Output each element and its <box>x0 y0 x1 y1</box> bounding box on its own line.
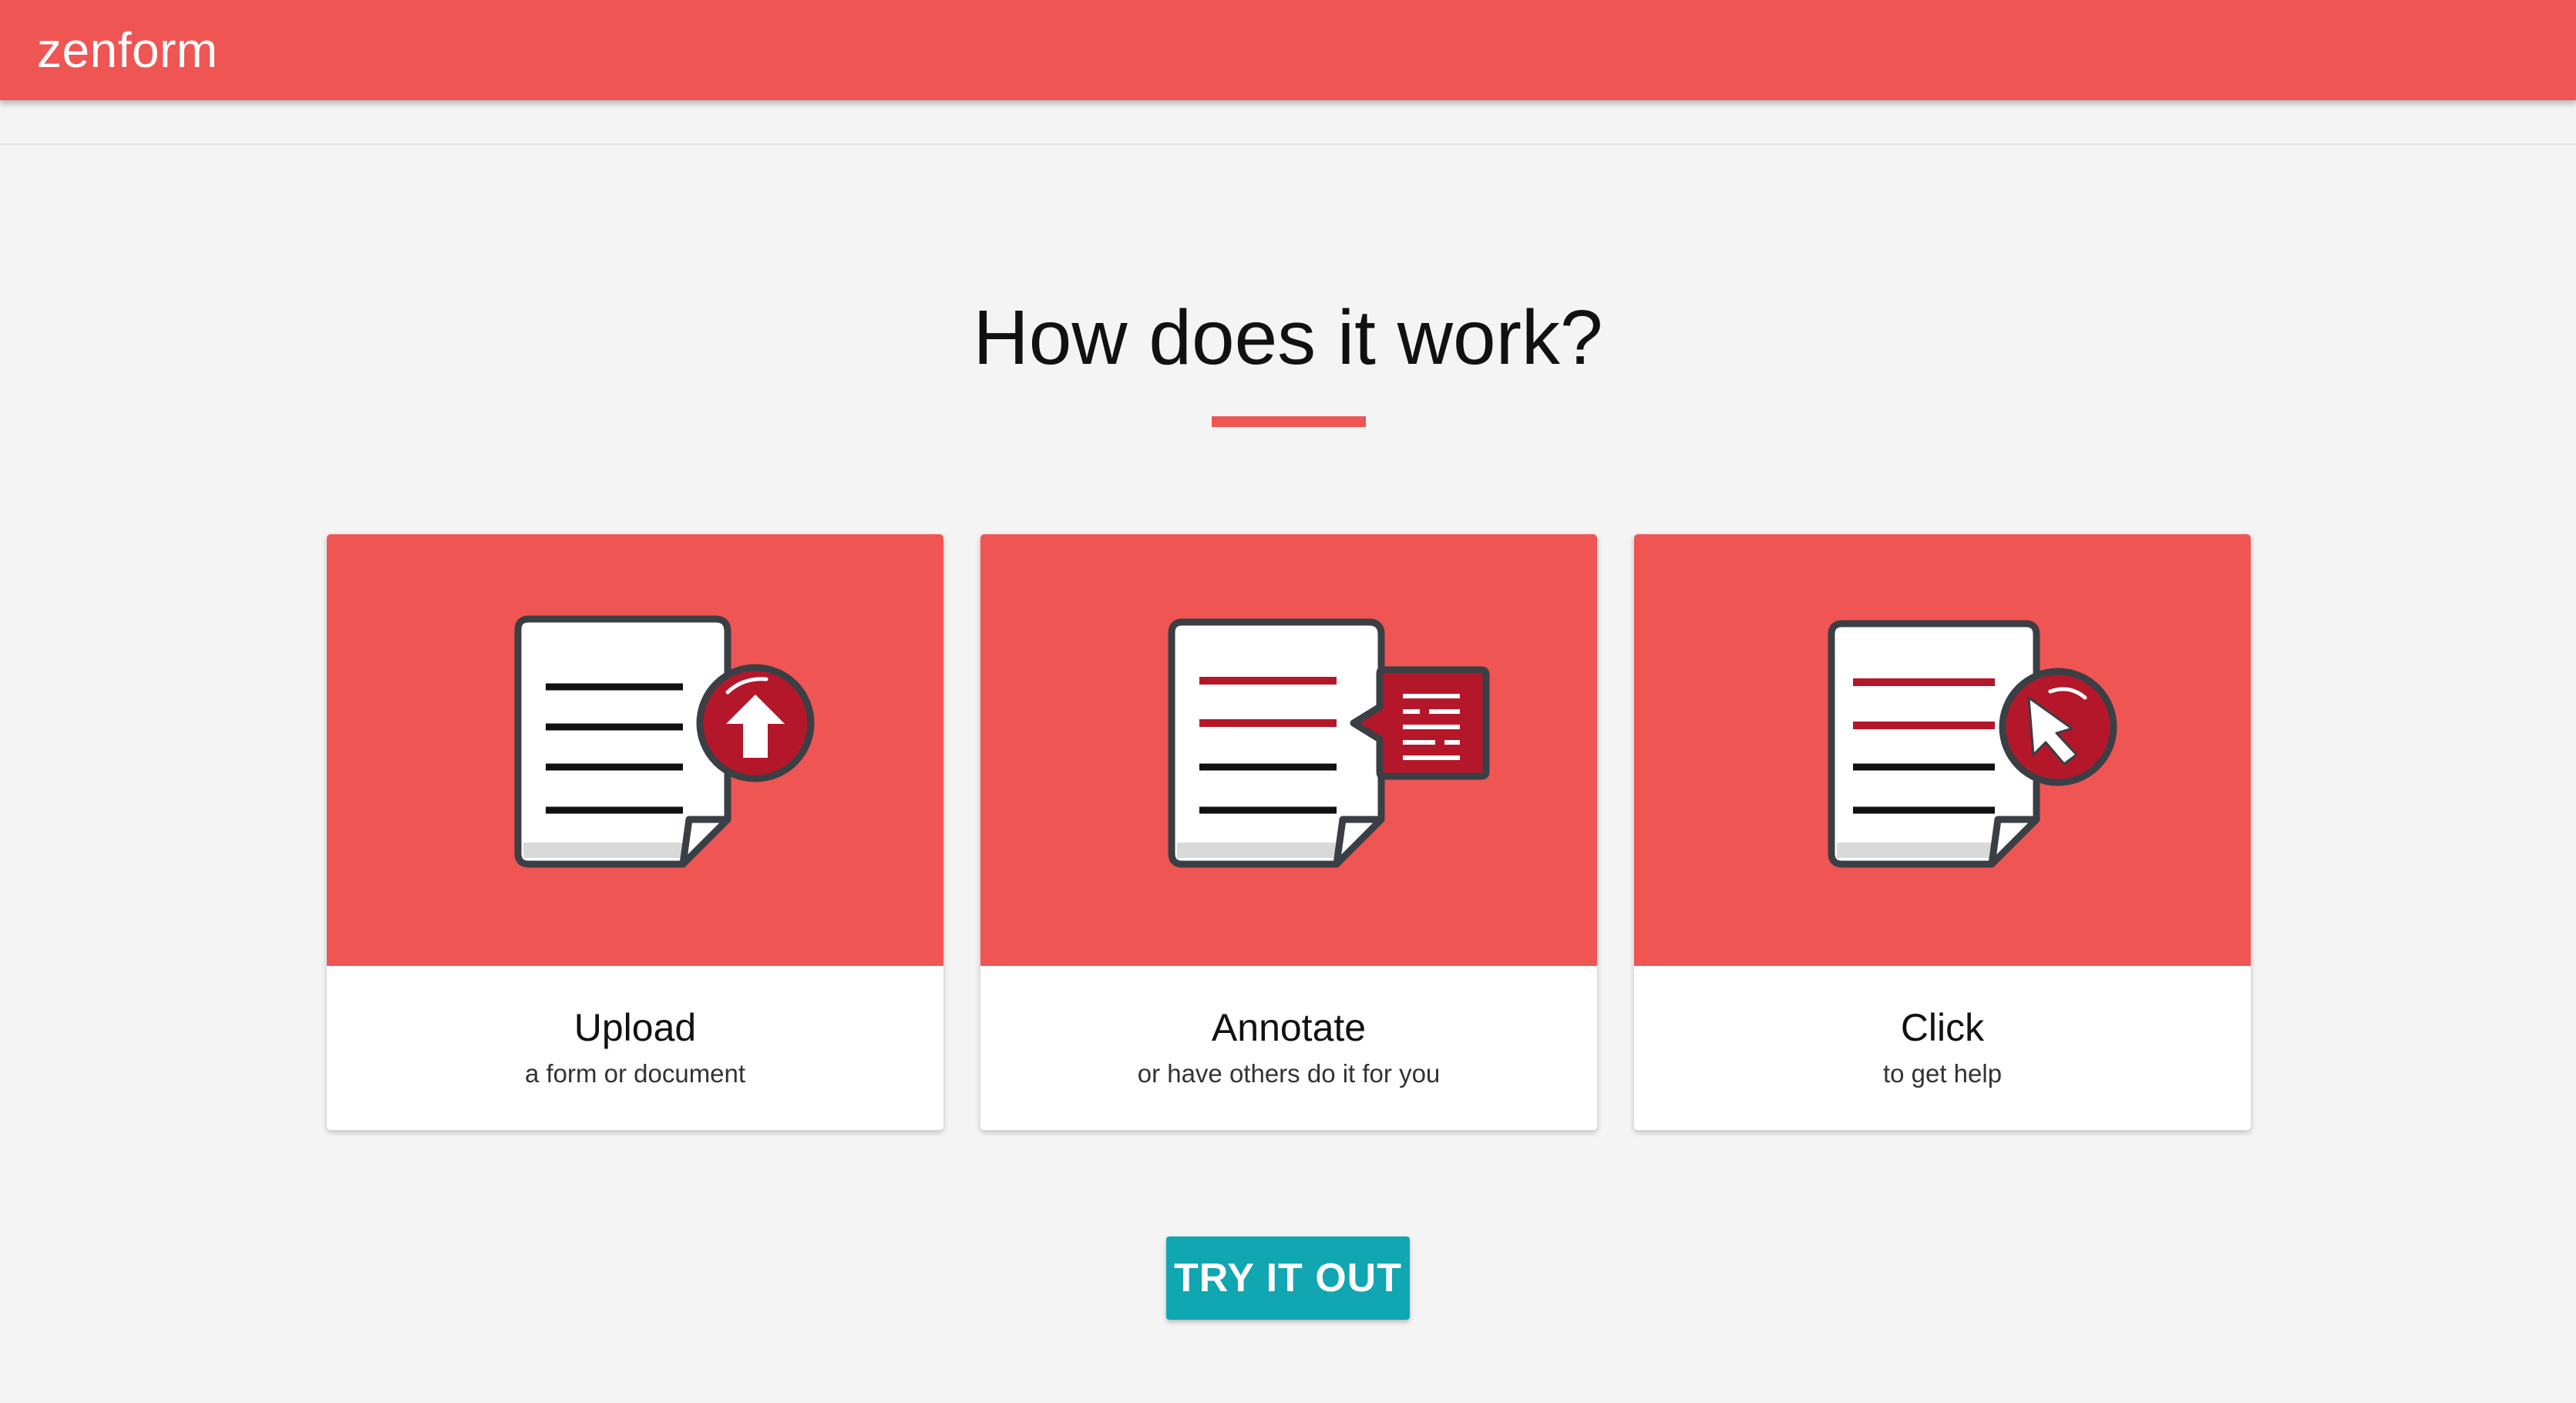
step-card-upload: Upload a form or document <box>327 534 943 1130</box>
document-upload-icon <box>514 615 815 868</box>
title-underline <box>1212 416 1366 427</box>
header-spacer <box>0 100 2576 145</box>
step-title: Click <box>1900 1006 1985 1049</box>
card-illustration-area <box>1634 534 2251 966</box>
step-subtitle: a form or document <box>524 1059 746 1088</box>
card-illustration-area <box>327 534 943 966</box>
step-subtitle: or have others do it for you <box>1137 1059 1441 1088</box>
brand-logo[interactable]: zenform <box>37 23 218 77</box>
step-title: Upload <box>573 1006 697 1049</box>
step-card-click: Click to get help <box>1634 534 2251 1130</box>
top-app-bar: zenform <box>0 0 2576 100</box>
step-card-annotate: Annotate or have others do it for you <box>980 534 1597 1130</box>
step-title: Annotate <box>1211 1006 1367 1049</box>
try-it-out-button[interactable]: TRY IT OUT <box>1166 1236 1410 1320</box>
step-subtitle: to get help <box>1882 1059 2003 1088</box>
document-click-icon <box>1828 620 2117 868</box>
card-illustration-area <box>980 534 1597 966</box>
document-annotate-icon <box>1168 618 1490 868</box>
page-title: How does it work? <box>973 294 1603 381</box>
